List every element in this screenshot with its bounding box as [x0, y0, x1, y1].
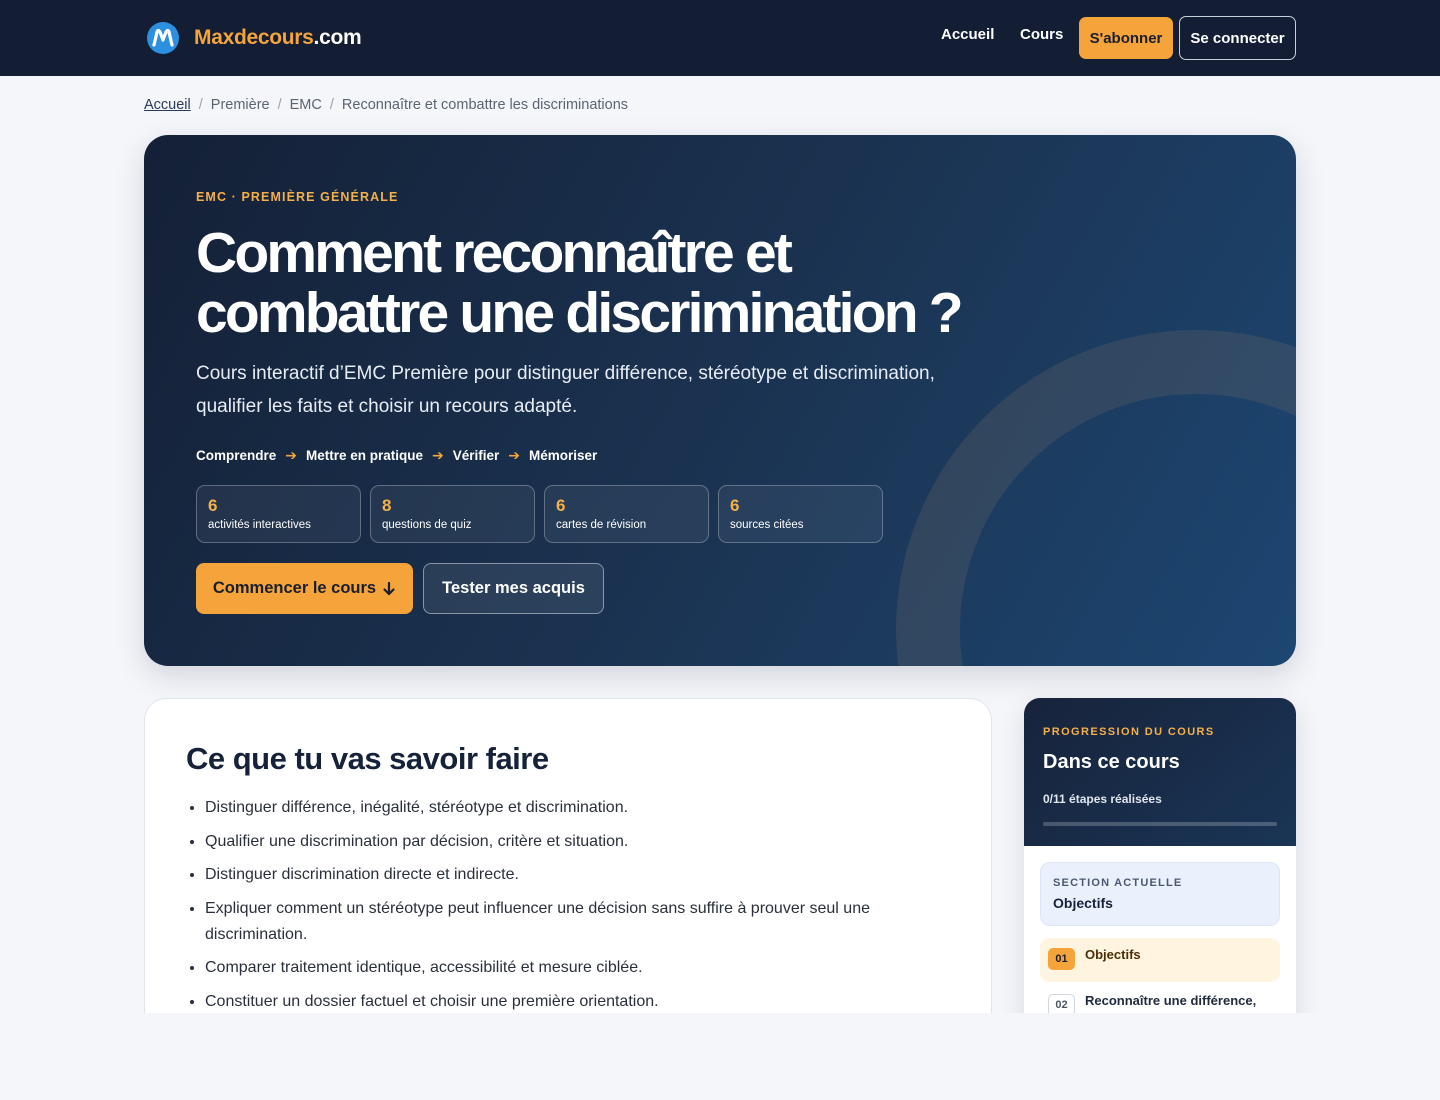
- step-comprendre: Comprendre: [196, 448, 277, 463]
- learning-steps: Comprendre ➔ Mettre en pratique ➔ Vérifi…: [196, 447, 597, 464]
- stat-activities: 6 activités interactives: [196, 485, 361, 543]
- breadcrumb-current: Reconnaître et combattre les discriminat…: [341, 97, 629, 113]
- start-course-label: Commencer le cours: [212, 579, 377, 597]
- progress-title: Dans ce cours: [1043, 751, 1180, 773]
- stat-quiz: 8 questions de quiz: [370, 485, 535, 543]
- nav-accueil[interactable]: Accueil: [941, 26, 994, 43]
- stat-value: 6: [208, 496, 218, 515]
- hero-description: Cours interactif d’EMC Première pour dis…: [196, 363, 935, 417]
- toc-number: 01: [1048, 948, 1075, 970]
- stat-sources: 6 sources citées: [718, 485, 883, 543]
- breadcrumb-separator: /: [277, 97, 282, 113]
- progress-status: 0/11 étapes réalisées: [1043, 792, 1162, 806]
- course-progress-panel: PROGRESSION DU COURS Dans ce cours 0/11 …: [1024, 698, 1296, 1013]
- list-item: Comparer traitement identique, accessibi…: [205, 955, 925, 981]
- breadcrumb-separator: /: [198, 97, 203, 113]
- list-item: Distinguer discrimination directe et ind…: [205, 862, 925, 888]
- objectives-title: Ce que tu vas savoir faire: [186, 741, 549, 776]
- toc-label: Objectifs: [1085, 947, 1141, 962]
- current-section-label: SECTION ACTUELLE: [1053, 877, 1183, 889]
- brand-logo-icon: [147, 22, 179, 54]
- progress-header: PROGRESSION DU COURS Dans ce cours 0/11 …: [1024, 698, 1296, 846]
- current-section-box: SECTION ACTUELLE Objectifs: [1040, 862, 1280, 926]
- list-item: Qualifier une discrimination par décisio…: [205, 829, 925, 855]
- arrow-right-icon: ➔: [432, 447, 444, 463]
- step-verifier: Vérifier: [452, 448, 500, 463]
- step-memoriser: Mémoriser: [529, 448, 598, 463]
- breadcrumb-premiere: Première: [210, 97, 270, 113]
- arrow-right-icon: ➔: [285, 447, 297, 463]
- breadcrumb: Accueil / Première / EMC / Reconnaître e…: [144, 97, 628, 113]
- course-stats: 6 activités interactives 8 questions de …: [196, 485, 883, 543]
- toc-item-objectifs[interactable]: 01 Objectifs: [1040, 938, 1280, 982]
- stat-label: activités interactives: [208, 519, 311, 531]
- stat-value: 6: [556, 496, 566, 515]
- content-area: Ce que tu vas savoir faire Distinguer di…: [0, 680, 1320, 1013]
- stat-label: cartes de révision: [556, 519, 647, 531]
- breadcrumb-separator: /: [329, 97, 334, 113]
- hero-title: Comment reconnaître et combattre une dis…: [196, 221, 964, 345]
- subscribe-button[interactable]: S'abonner: [1079, 17, 1173, 59]
- start-course-button[interactable]: Commencer le cours: [196, 563, 413, 614]
- current-section-value: Objectifs: [1053, 895, 1113, 911]
- brand-name: Maxdecours.com: [194, 26, 362, 49]
- breadcrumb-accueil[interactable]: Accueil: [144, 97, 191, 113]
- test-knowledge-button[interactable]: Tester mes acquis: [423, 563, 604, 614]
- toc-number: 02: [1048, 994, 1075, 1013]
- objectives-list: Distinguer différence, inégalité, stéréo…: [205, 795, 925, 1013]
- step-pratique: Mettre en pratique: [306, 448, 424, 463]
- arrow-right-icon: ➔: [508, 447, 521, 463]
- stat-label: questions de quiz: [382, 519, 472, 531]
- hero-banner: EMC · PREMIÈRE GÉNÉRALE Comment reconnaî…: [144, 135, 1296, 666]
- top-navbar: Maxdecours.com Accueil Cours S'abonner S…: [0, 0, 1440, 76]
- breadcrumb-emc: EMC: [289, 97, 322, 113]
- toc-label: Reconnaître une différence,: [1085, 993, 1257, 1008]
- stat-label: sources citées: [730, 519, 804, 531]
- objectives-card: Ce que tu vas savoir faire Distinguer di…: [144, 698, 992, 1013]
- brand-link[interactable]: Maxdecours.com: [147, 21, 362, 55]
- login-button[interactable]: Se connecter: [1179, 16, 1296, 60]
- stat-cards: 6 cartes de révision: [544, 485, 709, 543]
- list-item: Expliquer comment un stéréotype peut inf…: [205, 896, 925, 948]
- arrow-down-icon: [383, 581, 395, 595]
- hero-eyebrow: EMC · PREMIÈRE GÉNÉRALE: [196, 190, 399, 204]
- stat-value: 8: [382, 496, 392, 515]
- list-item: Constituer un dossier factuel et choisir…: [205, 989, 925, 1014]
- stat-value: 6: [730, 496, 740, 515]
- progress-bar: [1043, 822, 1277, 826]
- list-item: Distinguer différence, inégalité, stéréo…: [205, 795, 925, 821]
- progress-eyebrow: PROGRESSION DU COURS: [1043, 726, 1215, 738]
- nav-cours[interactable]: Cours: [1020, 26, 1063, 43]
- toc-item-reconnaitre[interactable]: 02 Reconnaître une différence,: [1040, 984, 1280, 1013]
